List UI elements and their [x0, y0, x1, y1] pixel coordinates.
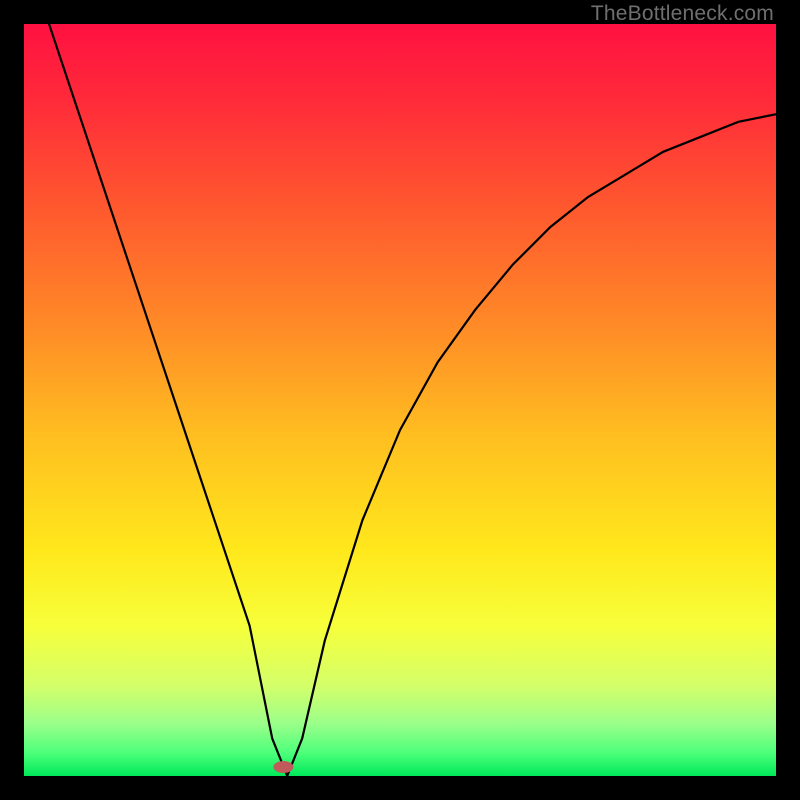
optimal-marker [273, 761, 293, 773]
gradient-rect [24, 24, 776, 776]
chart-frame [24, 24, 776, 776]
watermark-text: TheBottleneck.com [591, 2, 774, 26]
chart-svg [24, 24, 776, 776]
